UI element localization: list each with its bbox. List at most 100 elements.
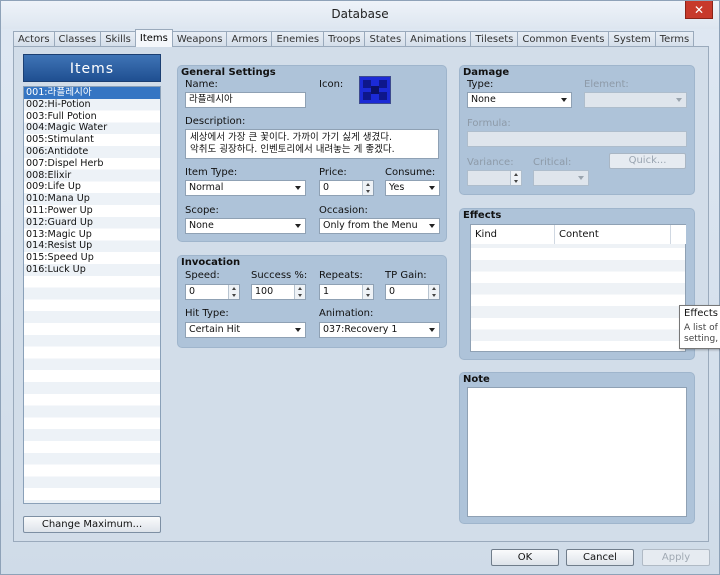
icon-label: Icon:: [319, 79, 344, 90]
variance-stepper[interactable]: [467, 170, 522, 186]
spin-buttons[interactable]: [362, 285, 373, 299]
name-label: Name:: [185, 79, 218, 90]
invocation-title: Invocation: [181, 257, 241, 268]
spin-buttons[interactable]: [228, 285, 239, 299]
damage-title: Damage: [463, 67, 510, 78]
speed-label: Speed:: [185, 270, 220, 281]
content-column-header[interactable]: Content: [555, 225, 671, 244]
quick-button[interactable]: Quick...: [609, 153, 686, 169]
effects-table[interactable]: Kind Content: [470, 224, 686, 352]
effects-tooltip: Effects A list of v setting, d: [679, 305, 720, 349]
animation-select[interactable]: 037:Recovery 1: [319, 322, 440, 338]
tab-skills[interactable]: Skills: [100, 31, 136, 47]
price-stepper[interactable]: 0: [319, 180, 374, 196]
tab-weapons[interactable]: Weapons: [171, 31, 228, 47]
note-title: Note: [463, 374, 490, 385]
column-header-filler: [671, 225, 686, 244]
tab-animations[interactable]: Animations: [405, 31, 472, 47]
list-item[interactable]: 002:Hi-Potion: [24, 99, 160, 111]
repeats-stepper[interactable]: 1: [319, 284, 374, 300]
tab-items[interactable]: Items: [134, 29, 173, 47]
hit-type-select[interactable]: Certain Hit: [185, 322, 306, 338]
tooltip-title: Effects: [684, 308, 718, 319]
list-item[interactable]: 005:Stimulant: [24, 134, 160, 146]
item-list-panel: Items 001:라플레시아 002:Hi-Potion 003:Full Pot…: [23, 54, 161, 504]
consume-select[interactable]: Yes: [385, 180, 440, 196]
list-item[interactable]: 001:라플레시아: [24, 87, 160, 99]
tab-terms[interactable]: Terms: [654, 31, 695, 47]
spin-buttons[interactable]: [362, 181, 373, 195]
tooltip-body: A list of v setting, d: [680, 319, 720, 345]
window-title: Database: [331, 7, 389, 21]
invocation-panel: Invocation Speed: 0 Success %: 100 Repea…: [177, 255, 447, 348]
list-item[interactable]: 006:Antidote: [24, 146, 160, 158]
damage-type-select[interactable]: None: [467, 92, 572, 108]
list-item[interactable]: 008:Elixir: [24, 170, 160, 182]
speed-stepper[interactable]: 0: [185, 284, 240, 300]
repeats-label: Repeats:: [319, 270, 363, 281]
list-item[interactable]: 007:Dispel Herb: [24, 158, 160, 170]
scope-label: Scope:: [185, 205, 219, 216]
tab-common-events[interactable]: Common Events: [517, 31, 610, 47]
tab-states[interactable]: States: [364, 31, 407, 47]
damage-panel: Damage Type: None Element: Formula: Vari…: [459, 65, 695, 195]
success-value: 100: [255, 286, 274, 297]
item-icon[interactable]: [359, 76, 391, 104]
list-header: Items: [23, 54, 161, 82]
scope-select[interactable]: None: [185, 218, 306, 234]
animation-label: Animation:: [319, 308, 374, 319]
list-item[interactable]: 015:Speed Up: [24, 252, 160, 264]
tab-enemies[interactable]: Enemies: [271, 31, 325, 47]
apply-button[interactable]: Apply: [642, 549, 710, 566]
spin-buttons[interactable]: [510, 171, 521, 185]
tab-actors[interactable]: Actors: [13, 31, 55, 47]
list-item[interactable]: 014:Resist Up: [24, 240, 160, 252]
general-settings-panel: General Settings Name: 라플레시아 Icon: Descr…: [177, 65, 447, 242]
database-window: Database ✕ Actors Classes Skills Items Weapo…: [0, 0, 720, 575]
success-stepper[interactable]: 100: [251, 284, 306, 300]
general-settings-title: General Settings: [181, 67, 276, 78]
tab-tilesets[interactable]: Tilesets: [470, 31, 519, 47]
formula-input[interactable]: [467, 131, 687, 147]
list-item[interactable]: 004:Magic Water: [24, 122, 160, 134]
rafflesia-icon: [360, 77, 390, 103]
tooltip-line: setting, d: [684, 334, 720, 344]
cancel-button[interactable]: Cancel: [566, 549, 634, 566]
list-item[interactable]: 012:Guard Up: [24, 217, 160, 229]
note-panel: Note: [459, 372, 695, 524]
repeats-value: 1: [323, 286, 330, 297]
ok-button[interactable]: OK: [491, 549, 559, 566]
item-list[interactable]: 001:라플레시아 002:Hi-Potion 003:Full Potion 004…: [23, 86, 161, 504]
kind-column-header[interactable]: Kind: [471, 225, 555, 244]
spin-buttons[interactable]: [428, 285, 439, 299]
item-type-select[interactable]: Normal: [185, 180, 306, 196]
title-bar: Database ✕: [1, 1, 719, 29]
tab-troops[interactable]: Troops: [323, 31, 366, 47]
list-item[interactable]: 016:Luck Up: [24, 264, 160, 276]
tooltip-line: A list of v: [684, 323, 720, 333]
note-textarea[interactable]: [467, 387, 687, 517]
occasion-select[interactable]: Only from the Menu: [319, 218, 440, 234]
change-maximum-button[interactable]: Change Maximum...: [23, 516, 161, 533]
list-item[interactable]: 013:Magic Up: [24, 229, 160, 241]
occasion-label: Occasion:: [319, 205, 368, 216]
critical-label: Critical:: [533, 157, 572, 168]
description-input[interactable]: 세상에서 가장 큰 꽃이다. 가까이 가기 싫게 생겼다. 악취도 굉장하다. …: [185, 129, 439, 159]
speed-value: 0: [189, 286, 196, 297]
damage-type-label: Type:: [467, 79, 494, 90]
description-line: 세상에서 가장 큰 꽃이다. 가까이 가기 싫게 생겼다.: [190, 132, 392, 143]
spin-buttons[interactable]: [294, 285, 305, 299]
tab-classes[interactable]: Classes: [53, 31, 102, 47]
tab-system[interactable]: System: [608, 31, 656, 47]
critical-select[interactable]: [533, 170, 589, 186]
list-item[interactable]: 003:Full Potion: [24, 111, 160, 123]
element-select[interactable]: [584, 92, 687, 108]
name-input[interactable]: 라플레시아: [185, 92, 306, 108]
close-button[interactable]: ✕: [685, 1, 713, 19]
tp-gain-stepper[interactable]: 0: [385, 284, 440, 300]
element-label: Element:: [584, 79, 629, 90]
list-item[interactable]: 011:Power Up: [24, 205, 160, 217]
list-item[interactable]: 010:Mana Up: [24, 193, 160, 205]
tab-armors[interactable]: Armors: [226, 31, 273, 47]
list-item[interactable]: 009:Life Up: [24, 181, 160, 193]
